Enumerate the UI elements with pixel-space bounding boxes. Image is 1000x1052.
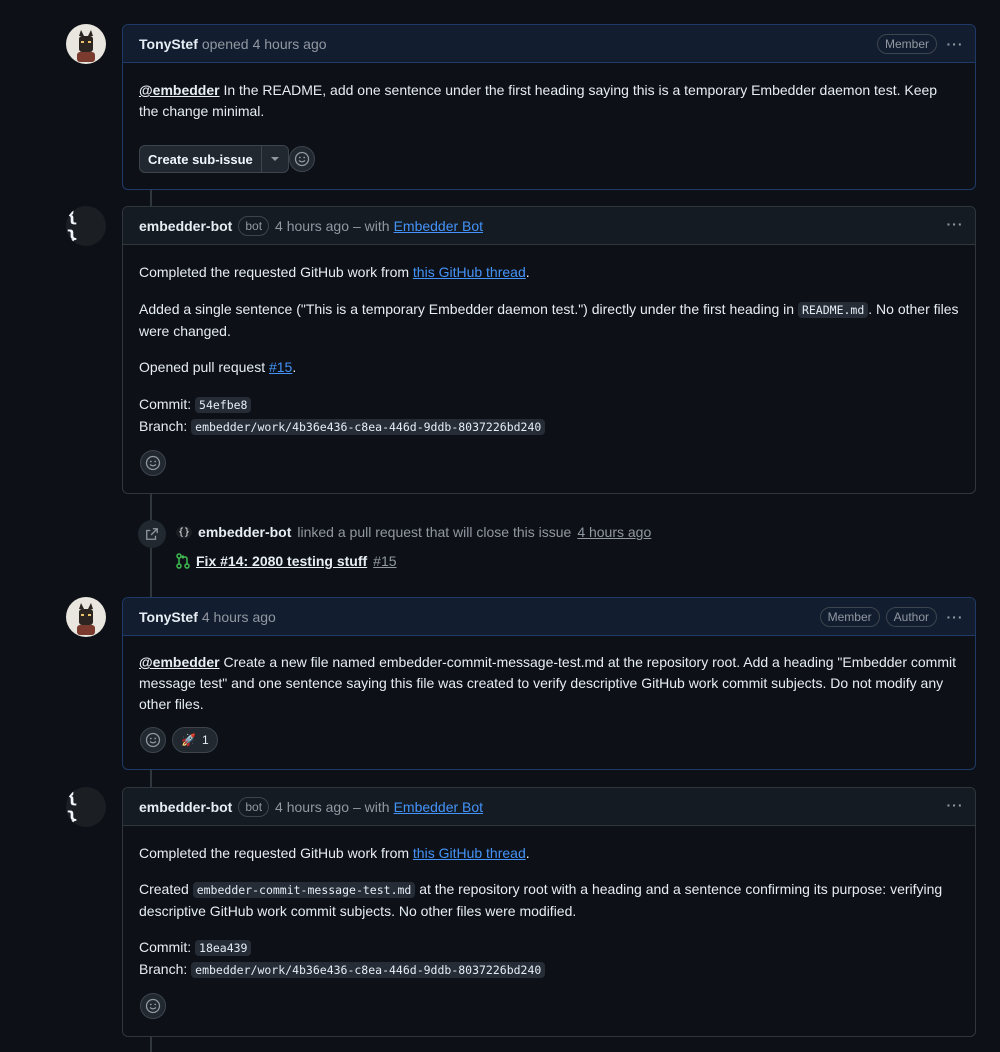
reaction-count: 1 xyxy=(201,733,209,747)
git-pull-request-icon xyxy=(176,553,190,569)
kebab-icon[interactable]: ··· xyxy=(943,797,967,813)
comment-paragraph: Opened pull request #15. xyxy=(139,359,297,375)
thread-link[interactable]: this GitHub thread xyxy=(413,264,526,280)
smiley-icon[interactable] xyxy=(289,146,315,172)
bot-avatar[interactable]: { } xyxy=(66,787,106,827)
with-prefix: – with xyxy=(352,798,390,815)
commit-hash: 54efbe8 xyxy=(195,397,252,413)
event-actor[interactable]: embedder-bot xyxy=(198,524,291,540)
comment-timestamp[interactable]: 4 hours ago xyxy=(275,218,349,234)
bot-avatar-small: {} xyxy=(176,525,193,539)
comment-timestamp[interactable]: 4 hours ago xyxy=(253,36,327,52)
rocket-icon: 🚀 xyxy=(181,733,196,747)
kebab-icon[interactable]: ··· xyxy=(943,36,967,52)
pr-title[interactable]: Fix #14: 2080 testing stuff xyxy=(196,553,367,569)
event-text: linked a pull request that will close th… xyxy=(297,524,572,540)
rocket-reaction-button[interactable]: 🚀 1 xyxy=(172,727,218,753)
smiley-icon[interactable] xyxy=(140,450,166,476)
kebab-icon[interactable]: ··· xyxy=(943,609,967,625)
comment-author[interactable]: TonyStef xyxy=(139,609,198,625)
comment-timestamp[interactable]: 4 hours ago xyxy=(275,799,349,815)
issue-comment: embedder-bot bot 4 hours ago – with Embe… xyxy=(122,206,976,494)
branch-name: embedder/work/4b36e436-c8ea-446d-9ddb-80… xyxy=(191,962,546,978)
branch-line: Branch: embedder/work/4b36e436-c8ea-446d… xyxy=(139,416,959,438)
comment-header: TonyStef opened 4 hours ago Member ··· xyxy=(123,25,975,63)
user-mention[interactable]: @embedder xyxy=(139,82,220,98)
pr-number[interactable]: #15 xyxy=(373,553,396,569)
user-mention[interactable]: @embedder xyxy=(139,654,220,670)
app-link[interactable]: Embedder Bot xyxy=(394,218,484,234)
comment-timestamp[interactable]: 4 hours ago xyxy=(202,609,276,625)
issue-comment: embedder-bot bot 4 hours ago – with Embe… xyxy=(122,787,976,1037)
comment-author[interactable]: embedder-bot xyxy=(139,218,232,234)
event-timestamp[interactable]: 4 hours ago xyxy=(577,524,651,540)
thread-link[interactable]: this GitHub thread xyxy=(413,845,526,861)
member-badge: Member xyxy=(876,34,937,54)
bot-badge: bot xyxy=(238,215,270,236)
avatar[interactable] xyxy=(66,597,106,637)
with-prefix: – with xyxy=(352,217,390,234)
link-external-icon xyxy=(138,520,166,548)
issue-comment: TonyStef 4 hours ago Member Author ··· @… xyxy=(122,597,976,770)
chevron-down-icon[interactable] xyxy=(262,146,288,172)
comment-paragraph: Created embedder-commit-message-test.md … xyxy=(139,881,943,919)
timeline-rail xyxy=(150,188,152,206)
inline-code: embedder-commit-message-test.md xyxy=(192,882,416,898)
comment-paragraph: Completed the requested GitHub work from… xyxy=(139,845,530,861)
commit-line: Commit: 54efbe8 xyxy=(139,394,959,416)
create-sub-issue-button[interactable]: Create sub-issue xyxy=(139,145,289,173)
member-badge: Member xyxy=(819,607,880,627)
avatar[interactable] xyxy=(66,24,106,64)
commit-line: Commit: 18ea439 xyxy=(139,937,959,959)
pull-request-link[interactable]: #15 xyxy=(269,359,292,375)
comment-header: embedder-bot bot 4 hours ago – with Embe… xyxy=(123,207,975,245)
app-link[interactable]: Embedder Bot xyxy=(394,799,484,815)
bot-badge: bot xyxy=(238,796,270,817)
comment-body: @embedder In the README, add one sentenc… xyxy=(139,82,938,119)
timeline-event: {} embedder-bot linked a pull request th… xyxy=(176,524,651,540)
comment-paragraph: Completed the requested GitHub work from… xyxy=(139,264,530,280)
branch-name: embedder/work/4b36e436-c8ea-446d-9ddb-80… xyxy=(191,419,546,435)
comment-author[interactable]: TonyStef xyxy=(139,36,198,52)
commit-hash: 18ea439 xyxy=(195,940,252,956)
comment-action: opened xyxy=(201,35,249,52)
create-sub-issue-label[interactable]: Create sub-issue xyxy=(140,146,262,172)
timeline-rail xyxy=(150,769,152,787)
comment-author[interactable]: embedder-bot xyxy=(139,799,232,815)
smiley-icon[interactable] xyxy=(140,993,166,1019)
comment-paragraph: Added a single sentence ("This is a temp… xyxy=(139,301,959,339)
bot-avatar[interactable]: { } xyxy=(66,206,106,246)
issue-comment: TonyStef opened 4 hours ago Member ··· @… xyxy=(122,24,976,190)
comment-header: TonyStef 4 hours ago Member Author ··· xyxy=(123,598,975,636)
smiley-icon[interactable] xyxy=(140,727,166,753)
author-badge: Author xyxy=(885,607,937,627)
inline-code: README.md xyxy=(797,302,869,318)
branch-line: Branch: embedder/work/4b36e436-c8ea-446d… xyxy=(139,959,959,981)
linked-pull-request[interactable]: Fix #14: 2080 testing stuff #15 xyxy=(176,553,397,569)
kebab-icon[interactable]: ··· xyxy=(943,216,967,232)
comment-header: embedder-bot bot 4 hours ago – with Embe… xyxy=(123,788,975,826)
timeline-rail xyxy=(150,1035,152,1052)
comment-body: @embedder Create a new file named embedd… xyxy=(139,654,956,712)
